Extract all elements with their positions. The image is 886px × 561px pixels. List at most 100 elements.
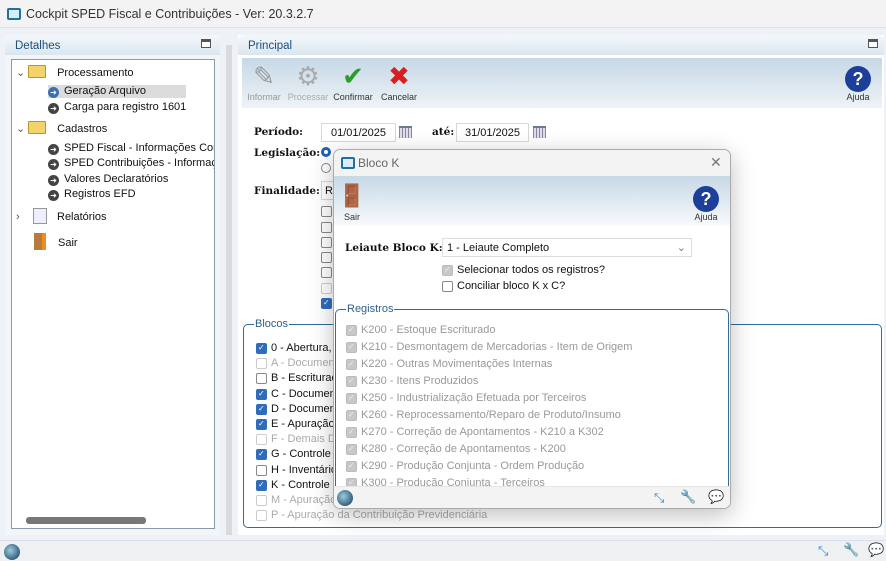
tree-item[interactable]: ➜ Registros EFD (48, 188, 176, 201)
tree-item-label: Carga para registro 1601 (64, 101, 187, 113)
minimize-panel-button[interactable] (201, 39, 211, 48)
leiaute-label: Leiaute Bloco K: (345, 242, 443, 254)
main-toolbar: ✎ Informar ⚙ Processar ✔ Confirmar ✖ Cancela… (242, 58, 882, 108)
tree-item[interactable]: › Relatórios (16, 208, 107, 224)
tree-item[interactable]: ➜ SPED Fiscal - Informações Comp (48, 142, 215, 155)
bloco-item: F - Demais Do (256, 433, 342, 445)
arrow-right-circle-icon: ➜ (48, 175, 59, 186)
check-icon: ✔ (342, 61, 364, 91)
bloco-item: P - Apuração da Contribuição Previdenciá… (256, 509, 487, 521)
help-icon: ? (836, 60, 880, 92)
registro-item: K280 - Correção de Apontamentos - K200 (346, 443, 566, 455)
leiaute-select[interactable]: 1 - Leiaute Completo ⌄ (442, 238, 692, 257)
cancelar-button[interactable]: ✖ Cancelar (377, 60, 421, 102)
tree-item-label: Relatórios (57, 211, 107, 223)
registro-label: K210 - Desmontagem de Mercadorias - Item… (361, 341, 633, 353)
legislacao-label: Legislação: (254, 147, 321, 159)
chevron-down-icon[interactable]: ⌄ (16, 122, 28, 135)
option-checkbox[interactable] (321, 222, 332, 233)
tree-item[interactable]: Sair (34, 233, 78, 250)
dialog-title-bar: Bloco K ✕ (334, 150, 730, 176)
gears-icon: ⚙ (296, 61, 320, 91)
resize-icon[interactable]: ⤡ (654, 490, 664, 506)
tree-item[interactable]: ⌄ Processamento (16, 65, 134, 79)
tree-item[interactable]: ➜ Geração Arquivo (48, 85, 186, 98)
conciliar-checkbox[interactable] (442, 281, 453, 292)
registro-item: K300 - Produção Conjunta - Terceiros (346, 477, 545, 486)
x-icon: ✖ (388, 61, 410, 91)
calendar-icon[interactable] (399, 126, 412, 138)
sair-button[interactable]: 🚪 Sair (334, 180, 370, 222)
horizontal-scrollbar[interactable] (26, 517, 146, 524)
help-icon: ? (684, 180, 728, 212)
registro-item: K260 - Reprocessamento/Reparo de Produto… (346, 409, 621, 421)
tree-item-label: Processamento (57, 67, 134, 79)
registros-list: K200 - Estoque Escriturado K210 - Desmont… (334, 320, 730, 486)
option-checkbox[interactable] (321, 237, 332, 248)
leiaute-value: 1 - Leiaute Completo (447, 242, 550, 254)
chat-icon[interactable]: 💬 (708, 489, 724, 505)
periodo-end-input[interactable]: 31/01/2025 (456, 123, 529, 142)
tree-item[interactable]: ⌄ Cadastros (16, 121, 107, 135)
settings-printer-icon[interactable]: 🔧 (843, 542, 859, 558)
registros-title: Registros (347, 303, 394, 315)
window-title: Cockpit SPED Fiscal e Contribuições - Ve… (26, 7, 314, 21)
option-checkbox[interactable] (321, 298, 332, 309)
option-checkbox[interactable] (321, 267, 332, 278)
settings-printer-icon[interactable]: 🔧 (680, 489, 696, 505)
tree-item-label: Cadastros (57, 123, 108, 135)
close-icon[interactable]: ✕ (710, 154, 722, 171)
resize-icon[interactable]: ⤡ (818, 543, 828, 559)
minimize-main-button[interactable] (868, 39, 878, 48)
dialog-app-icon (341, 157, 355, 169)
registro-label: K280 - Correção de Apontamentos - K200 (361, 443, 566, 455)
chat-icon[interactable]: 💬 (868, 542, 884, 558)
informar-button[interactable]: ✎ Informar (242, 60, 286, 102)
bloco-label: P - Apuração da Contribuição Previdenciá… (271, 509, 488, 522)
bloco-label: H - Inventário (271, 463, 338, 476)
details-panel-title: Detalhes (5, 35, 220, 55)
option-checkbox[interactable] (321, 252, 332, 263)
tree-item-label: Registros EFD (64, 188, 136, 200)
bloco-item: B - Escrituraçã (256, 372, 343, 384)
tree-item[interactable]: ➜ Carga para registro 1601 (48, 101, 214, 114)
logo-icon (4, 544, 20, 560)
select-all-checkbox[interactable] (442, 265, 453, 276)
chevron-down-icon[interactable]: ⌄ (16, 66, 28, 79)
ate-label: até: (432, 126, 455, 138)
tree-item[interactable]: ➜ SPED Contribuições - Informaçõe (48, 157, 214, 170)
folder-icon (28, 65, 46, 78)
confirmar-button[interactable]: ✔ Confirmar (331, 60, 375, 102)
dialog-footer: ⤡ 🔧 💬 (334, 486, 730, 508)
periodo-start-input[interactable]: 01/01/2025 (321, 123, 396, 142)
arrow-right-circle-icon: ➜ (48, 87, 59, 98)
title-bar: Cockpit SPED Fiscal e Contribuições - Ve… (0, 0, 886, 28)
logo-icon (337, 490, 353, 506)
bloco-k-dialog: Bloco K ✕ 🚪 Sair ? Ajuda Leiaute Bloco K: … (333, 149, 731, 509)
arrow-right-circle-icon: ➜ (48, 190, 59, 201)
option-checkbox[interactable] (321, 206, 332, 217)
tree-item[interactable]: ➜ Valores Declaratórios (48, 173, 208, 186)
blocos-title: Blocos (255, 318, 289, 330)
chevron-down-icon: ⌄ (676, 242, 686, 254)
registro-label: K230 - Itens Produzidos (361, 375, 479, 387)
tree-item-label: Sair (58, 237, 78, 249)
folder-icon (28, 121, 46, 134)
chevron-right-icon[interactable]: › (16, 211, 28, 223)
bloco-item: K - Controle da (256, 479, 345, 491)
panel-splitter[interactable] (226, 45, 232, 535)
bloco-item: 0 - Abertura, Id (256, 342, 344, 354)
dialog-help-button[interactable]: ? Ajuda (684, 180, 728, 222)
bloco-label: G - Controle d (271, 448, 341, 461)
help-button[interactable]: ? Ajuda (836, 60, 880, 102)
calendar-icon[interactable] (533, 126, 546, 138)
tree-item-label: SPED Fiscal - Informações Comp (64, 142, 215, 154)
legislacao-radio-2[interactable] (321, 163, 331, 173)
processar-button[interactable]: ⚙ Processar (286, 60, 330, 102)
registro-label: K200 - Estoque Escriturado (361, 324, 496, 336)
arrow-right-circle-icon: ➜ (48, 144, 59, 155)
status-bar: ⤡ 🔧 💬 (0, 540, 886, 561)
option-checkbox[interactable] (321, 283, 332, 294)
registro-item: K250 - Industrialização Efetuada por Ter… (346, 392, 586, 404)
legislacao-radio-1[interactable] (321, 147, 331, 157)
